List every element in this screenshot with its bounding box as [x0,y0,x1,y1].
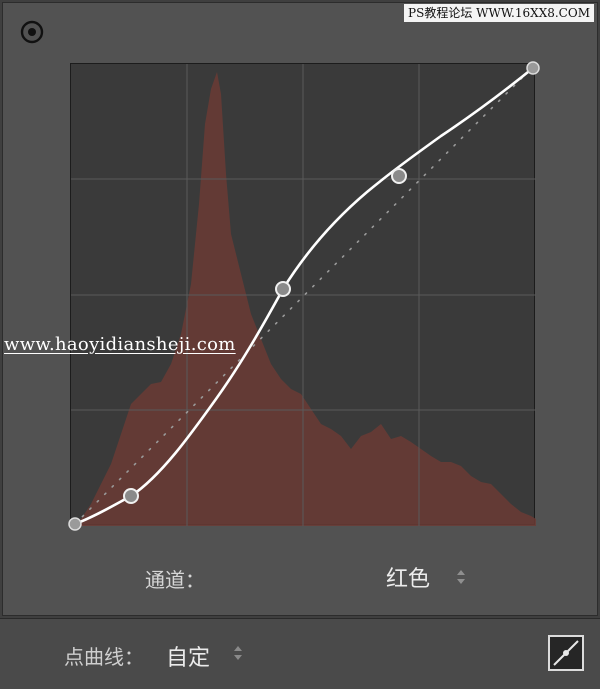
curve-svg [68,61,540,531]
point-curve-bar: 点曲线： 自定 [0,618,600,689]
curve-point-2[interactable] [275,281,291,297]
point-curve-label: 点曲线： [64,645,144,669]
preset-stepper-icon[interactable] [233,645,243,661]
point-curve-select[interactable]: 自定 [166,640,210,672]
curve-point-3[interactable] [391,168,407,184]
curve-point-4[interactable] [526,61,540,75]
channel-select[interactable]: 红色 [386,561,430,593]
curve-point-1[interactable] [123,488,139,504]
point-curve-toggle-button[interactable] [548,635,584,671]
channel-stepper-icon[interactable] [456,569,466,585]
channel-label: 通道： [145,568,205,592]
watermark-top: PS教程论坛 WWW.16XX8.COM [404,4,594,22]
target-adjustment-icon[interactable] [19,19,45,45]
tone-curve-panel: 通道： 红色 [2,2,598,616]
watermark-mid: www.haoyidiansheji.com [4,334,236,355]
curve-point-0[interactable] [68,517,82,531]
curve-graph[interactable] [68,61,540,531]
point-curve-icon [553,640,579,666]
